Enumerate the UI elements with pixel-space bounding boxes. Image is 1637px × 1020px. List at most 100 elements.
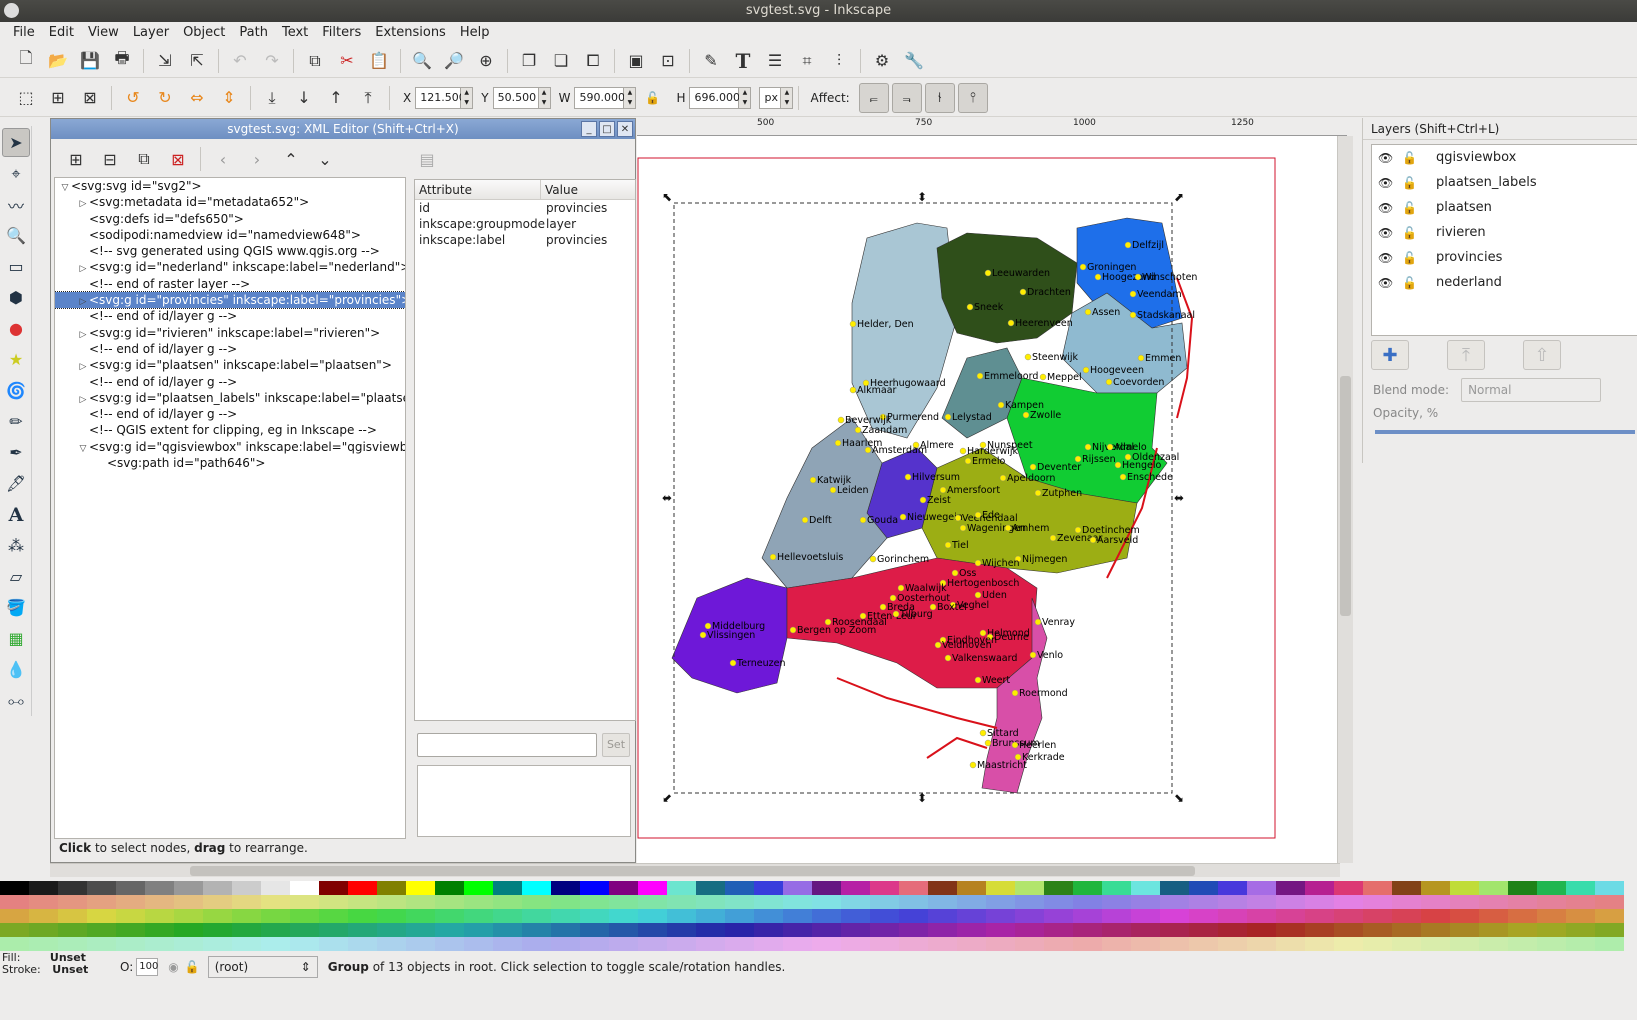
collapsed-arrow-icon[interactable]: ▷ xyxy=(77,359,89,375)
color-swatch[interactable] xyxy=(1450,923,1479,937)
expanded-arrow-icon[interactable]: ▽ xyxy=(59,180,71,196)
color-swatch[interactable] xyxy=(232,909,261,923)
raise-icon[interactable]: ↑ xyxy=(322,84,350,112)
color-swatch[interactable] xyxy=(406,881,435,895)
horizontal-scroll-thumb[interactable] xyxy=(190,866,1195,876)
color-swatch[interactable] xyxy=(145,923,174,937)
color-swatch[interactable] xyxy=(725,895,754,909)
layer-row[interactable]: 👁 🔓 plaatsen_labels xyxy=(1372,170,1637,195)
color-swatch[interactable] xyxy=(174,881,203,895)
color-swatch[interactable] xyxy=(1566,895,1595,909)
color-swatch[interactable] xyxy=(1479,881,1508,895)
color-swatch[interactable] xyxy=(1450,895,1479,909)
color-swatch[interactable] xyxy=(580,937,609,951)
horizontal-scrollbar[interactable] xyxy=(50,863,1340,877)
unlink-clone-icon[interactable]: ⧠ xyxy=(579,47,607,75)
menu-file[interactable]: File xyxy=(6,22,42,44)
affect-patterns-button[interactable]: ⫯ xyxy=(957,82,988,113)
color-swatch[interactable] xyxy=(29,909,58,923)
color-swatch[interactable] xyxy=(116,909,145,923)
opacity-slider[interactable] xyxy=(1375,430,1635,434)
set-attribute-button[interactable]: Set xyxy=(602,733,630,757)
eye-visible-icon[interactable]: 👁 xyxy=(1378,251,1402,265)
attribute-row[interactable]: inkscape:groupmode layer xyxy=(415,216,635,232)
color-swatch[interactable] xyxy=(1479,895,1508,909)
color-swatch[interactable] xyxy=(899,937,928,951)
attribute-name-input[interactable] xyxy=(417,733,597,757)
unit-select[interactable]: px ▲ ▼ xyxy=(759,86,794,109)
color-swatch[interactable] xyxy=(1363,937,1392,951)
menu-text[interactable]: Text xyxy=(275,22,315,44)
menu-path[interactable]: Path xyxy=(232,22,275,44)
color-swatch[interactable] xyxy=(1566,937,1595,951)
gradient-tool-icon[interactable]: ▦ xyxy=(2,624,30,653)
new-text-node-icon[interactable]: ⊟ xyxy=(95,145,125,173)
color-swatch[interactable] xyxy=(986,909,1015,923)
lower-node-icon[interactable]: ⌄ xyxy=(310,145,340,173)
color-swatch[interactable] xyxy=(551,923,580,937)
color-swatch[interactable] xyxy=(667,937,696,951)
color-swatch[interactable] xyxy=(232,895,261,909)
color-swatch[interactable] xyxy=(145,895,174,909)
color-swatch[interactable] xyxy=(1595,937,1624,951)
color-swatch[interactable] xyxy=(812,881,841,895)
raise-node-icon[interactable]: ⌃ xyxy=(276,145,306,173)
color-swatch[interactable] xyxy=(377,923,406,937)
color-swatch[interactable] xyxy=(696,895,725,909)
color-swatch[interactable] xyxy=(29,895,58,909)
color-swatch[interactable] xyxy=(899,895,928,909)
select-all-icon[interactable]: ⬚ xyxy=(12,84,40,112)
color-swatch[interactable] xyxy=(1421,937,1450,951)
eraser-tool-icon[interactable]: ▱ xyxy=(2,562,30,591)
color-swatch[interactable] xyxy=(783,909,812,923)
color-swatch[interactable] xyxy=(1334,923,1363,937)
xml-node[interactable]: ▷ <svg:metadata id="metadata652"> xyxy=(55,194,405,210)
text-font-icon[interactable]: T xyxy=(729,47,757,75)
color-swatch[interactable] xyxy=(1595,895,1624,909)
color-swatch[interactable] xyxy=(1102,909,1131,923)
zoom-page-icon[interactable]: ⊕ xyxy=(472,47,500,75)
color-swatch[interactable] xyxy=(290,909,319,923)
layer-name[interactable]: plaatsen xyxy=(1436,200,1492,215)
color-swatch[interactable] xyxy=(348,881,377,895)
color-swatch[interactable] xyxy=(841,923,870,937)
color-swatch[interactable] xyxy=(377,881,406,895)
color-swatch[interactable] xyxy=(0,909,29,923)
select-all-layers-icon[interactable]: ⊞ xyxy=(44,84,72,112)
layers-panel-title[interactable]: Layers (Shift+Ctrl+L) xyxy=(1363,118,1637,140)
color-swatch[interactable] xyxy=(580,881,609,895)
color-swatch[interactable] xyxy=(203,923,232,937)
xml-node[interactable]: <!-- end of id/layer g --> xyxy=(55,406,405,422)
color-swatch[interactable] xyxy=(29,881,58,895)
color-swatch[interactable] xyxy=(696,881,725,895)
eye-visible-icon[interactable]: 👁 xyxy=(1378,276,1402,290)
color-swatch[interactable] xyxy=(870,909,899,923)
color-swatch[interactable] xyxy=(725,881,754,895)
color-swatch[interactable] xyxy=(1247,923,1276,937)
layer-row[interactable]: 👁 🔓 plaatsen xyxy=(1372,195,1637,220)
color-swatch[interactable] xyxy=(1537,881,1566,895)
color-swatch[interactable] xyxy=(1392,881,1421,895)
color-swatch[interactable] xyxy=(1073,881,1102,895)
color-swatch[interactable] xyxy=(580,895,609,909)
paste-icon[interactable]: 📋 xyxy=(365,47,393,75)
color-swatch[interactable] xyxy=(348,909,377,923)
color-swatch[interactable] xyxy=(696,909,725,923)
color-swatch[interactable] xyxy=(1247,937,1276,951)
color-swatch[interactable] xyxy=(1421,909,1450,923)
color-swatch[interactable] xyxy=(899,881,928,895)
xml-node[interactable]: ▽ <svg:g id="qgisviewbox" inkscape:label=… xyxy=(55,439,405,455)
xml-node[interactable]: <!-- end of id/layer g --> xyxy=(55,308,405,324)
color-swatch[interactable] xyxy=(1566,909,1595,923)
w-spinner[interactable]: ▲ ▼ xyxy=(624,86,637,109)
color-swatch[interactable] xyxy=(609,937,638,951)
clone-icon[interactable]: ❏ xyxy=(547,47,575,75)
color-swatch[interactable] xyxy=(348,895,377,909)
tweak-tool-icon[interactable]: 〰 xyxy=(2,190,30,219)
color-swatch[interactable] xyxy=(667,895,696,909)
color-swatch[interactable] xyxy=(58,909,87,923)
color-swatch[interactable] xyxy=(435,881,464,895)
color-swatch[interactable] xyxy=(1363,881,1392,895)
color-swatch[interactable] xyxy=(783,923,812,937)
color-swatch[interactable] xyxy=(1305,923,1334,937)
